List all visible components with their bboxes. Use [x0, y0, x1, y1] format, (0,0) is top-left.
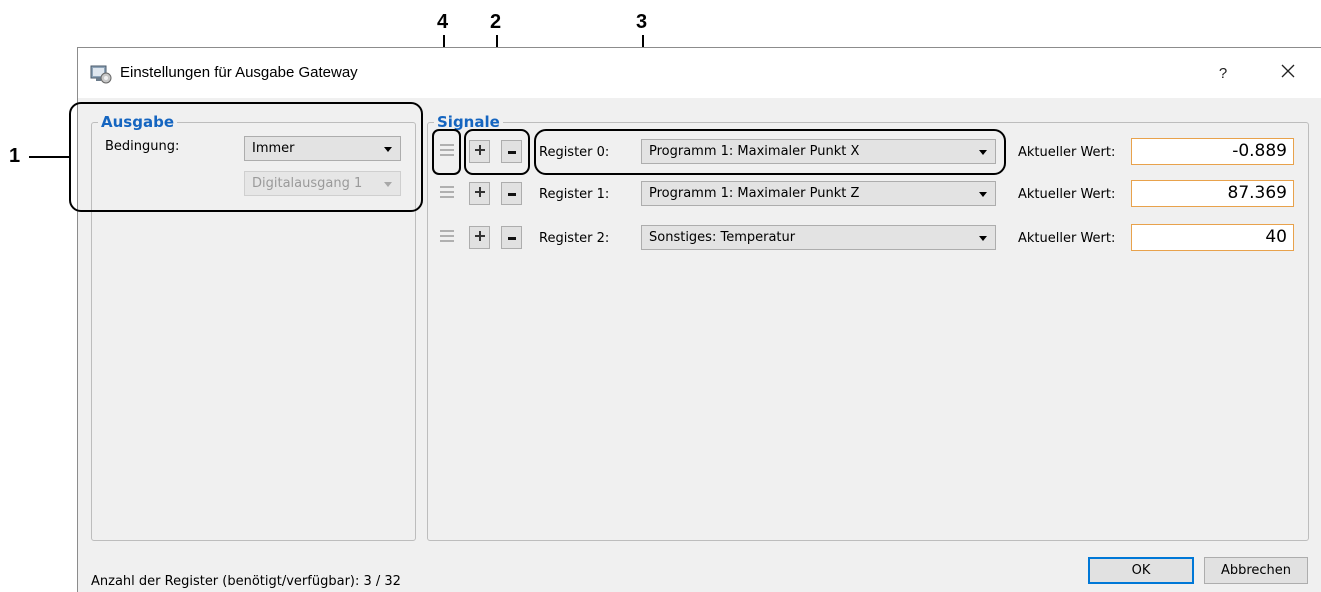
register-label: Register 1:	[539, 187, 610, 202]
ausgabe-group: Ausgabe Bedingung: Immer Digitalausgang …	[91, 112, 416, 541]
signal-select[interactable]: Sonstiges: Temperatur	[641, 225, 996, 250]
gateway-settings-icon	[90, 64, 112, 84]
plus-icon	[474, 230, 485, 245]
bedingung-label: Bedingung:	[105, 139, 180, 154]
title-bar: Einstellungen für Ausgabe Gateway ?	[78, 48, 1321, 98]
add-button[interactable]	[469, 182, 490, 205]
signal-select[interactable]: Programm 1: Maximaler Punkt X	[641, 139, 996, 164]
drag-handle-icon	[440, 185, 454, 203]
drag-handle-icon	[440, 143, 454, 161]
window-title: Einstellungen für Ausgabe Gateway	[120, 64, 358, 81]
cancel-button[interactable]: Abbrechen	[1204, 557, 1308, 584]
register-label: Register 2:	[539, 231, 610, 246]
drag-handle-icon	[440, 229, 454, 247]
callout-number-2: 2	[490, 11, 502, 33]
remove-button[interactable]	[501, 182, 522, 205]
chevron-down-icon	[979, 150, 987, 155]
signal-value: Programm 1: Maximaler Punkt Z	[649, 186, 860, 201]
close-icon	[1281, 64, 1295, 82]
aktueller-wert-label: Aktueller Wert:	[1018, 187, 1116, 202]
chevron-down-icon	[384, 182, 392, 187]
signal-select[interactable]: Programm 1: Maximaler Punkt Z	[641, 181, 996, 206]
ok-button[interactable]: OK	[1088, 557, 1194, 584]
remove-button[interactable]	[501, 140, 522, 163]
drag-handle[interactable]	[438, 226, 456, 250]
bedingung-value: Immer	[252, 141, 295, 156]
aktueller-wert-label: Aktueller Wert:	[1018, 145, 1116, 160]
minus-icon	[507, 144, 516, 159]
minus-icon	[507, 186, 516, 201]
drag-handle[interactable]	[438, 182, 456, 206]
signal-value: Sonstiges: Temperatur	[649, 230, 796, 245]
chevron-down-icon	[979, 192, 987, 197]
minus-icon	[507, 230, 516, 245]
signal-value: Programm 1: Maximaler Punkt X	[649, 144, 860, 159]
bedingung-select[interactable]: Immer	[244, 136, 401, 161]
add-button[interactable]	[469, 226, 490, 249]
drag-handle[interactable]	[438, 140, 456, 164]
chevron-down-icon	[979, 236, 987, 241]
digitalausgang-select: Digitalausgang 1	[244, 171, 401, 196]
plus-icon	[474, 144, 485, 159]
remove-button[interactable]	[501, 226, 522, 249]
chevron-down-icon	[384, 147, 392, 152]
help-button[interactable]: ?	[1205, 58, 1241, 88]
signale-legend: Signale	[434, 112, 503, 132]
ausgabe-legend: Ausgabe	[98, 112, 177, 132]
digitalausgang-value: Digitalausgang 1	[252, 176, 363, 191]
aktueller-wert-field[interactable]: -0.889	[1131, 138, 1294, 165]
dialog-window: Einstellungen für Ausgabe Gateway ? Ausg…	[77, 47, 1321, 592]
callout-number-3: 3	[636, 11, 648, 33]
register-count-status: Anzahl der Register (benötigt/verfügbar)…	[91, 574, 401, 589]
aktueller-wert-field[interactable]: 40	[1131, 224, 1294, 251]
callout-number-4: 4	[437, 11, 449, 33]
callout-line-1	[29, 156, 70, 158]
aktueller-wert-label: Aktueller Wert:	[1018, 231, 1116, 246]
register-label: Register 0:	[539, 145, 610, 160]
add-button[interactable]	[469, 140, 490, 163]
aktueller-wert-field[interactable]: 87.369	[1131, 180, 1294, 207]
help-icon: ?	[1218, 64, 1228, 82]
callout-number-1: 1	[9, 145, 21, 167]
plus-icon	[474, 186, 485, 201]
close-button[interactable]	[1270, 58, 1306, 88]
